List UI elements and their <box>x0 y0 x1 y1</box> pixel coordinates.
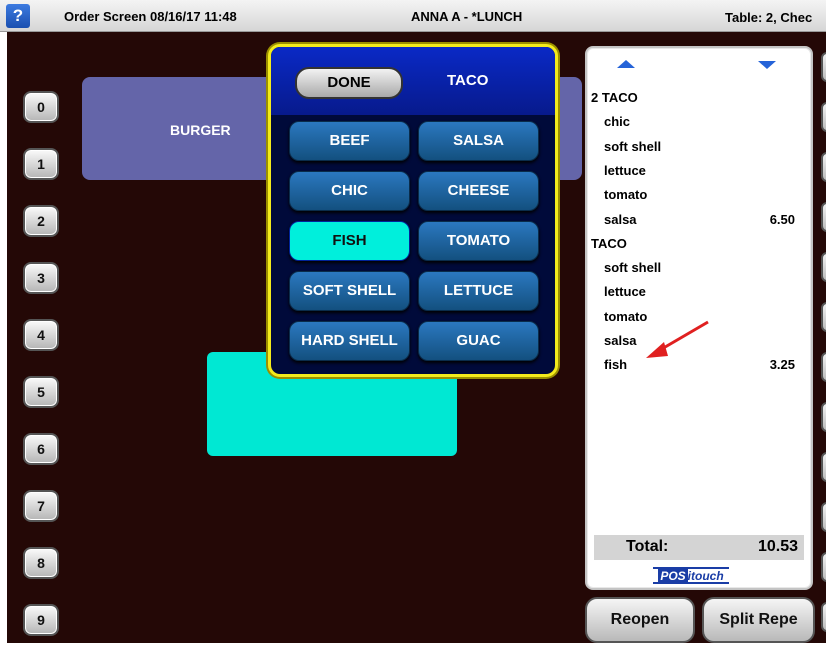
help-icon[interactable]: ? <box>6 4 30 28</box>
modifier-option-beef[interactable]: BEEF <box>289 121 410 161</box>
keypad-key-0[interactable]: 0 <box>23 91 59 123</box>
check-line-text: tomato <box>604 187 648 203</box>
done-button[interactable]: DONE <box>295 67 403 99</box>
check-line[interactable]: lettuce <box>587 163 811 181</box>
scroll-down-icon[interactable] <box>758 61 776 69</box>
edge-button[interactable] <box>821 552 826 582</box>
check-line-text: 2 TACO <box>591 90 638 105</box>
check-line-text: salsa <box>604 333 637 348</box>
modifier-popup-header: DONE TACO <box>271 47 555 115</box>
check-line[interactable]: chic <box>587 114 811 132</box>
edge-button[interactable] <box>821 102 826 132</box>
modifier-option-cheese[interactable]: CHEESE <box>418 171 539 211</box>
check-line-text: salsa <box>604 211 637 227</box>
check-line[interactable]: TACO <box>587 236 811 254</box>
edge-button[interactable] <box>821 302 826 332</box>
keypad-key-2[interactable]: 2 <box>23 205 59 237</box>
edge-button[interactable] <box>821 352 826 382</box>
check-line-text: TACO <box>591 235 627 251</box>
check-line[interactable]: 2 TACO <box>587 90 811 108</box>
modifier-option-lettuce[interactable]: LETTUCE <box>418 271 539 311</box>
edge-button[interactable] <box>821 252 826 282</box>
edge-button[interactable] <box>821 502 826 532</box>
modifier-popup-title: TACO <box>447 72 489 89</box>
check-line-text: lettuce <box>604 162 646 178</box>
menu-tile-burger-label: BURGER <box>170 122 231 138</box>
keypad-key-9[interactable]: 9 <box>23 604 59 636</box>
annotation-arrow-icon <box>646 320 709 358</box>
positouch-logo: POS itouch <box>653 567 729 584</box>
total-value: 10.53 <box>757 538 798 555</box>
keypad-key-8[interactable]: 8 <box>23 547 59 579</box>
modifier-option-chic[interactable]: CHIC <box>289 171 410 211</box>
check-line-text: soft shell <box>604 138 662 154</box>
modifier-option-soft-shell[interactable]: SOFT SHELL <box>289 271 410 311</box>
title-bar: ? Order Screen 08/16/17 11:48 ANNA A - *… <box>0 0 826 32</box>
keypad-key-6[interactable]: 6 <box>23 433 59 465</box>
check-line-price: 3.25 <box>769 357 795 373</box>
modifier-option-salsa[interactable]: SALSA <box>418 121 539 161</box>
check-line-text: lettuce <box>604 284 646 300</box>
scroll-up-icon[interactable] <box>617 60 635 68</box>
split-repeat-button[interactable]: Split Repe <box>702 597 815 643</box>
keypad-key-4[interactable]: 4 <box>23 319 59 351</box>
edge-button[interactable] <box>821 202 826 232</box>
table-check-label: Table: 2, Chec <box>725 10 813 25</box>
edge-button[interactable] <box>821 452 826 482</box>
modifier-option-fish[interactable]: FISH <box>289 221 410 261</box>
total-bar: Total: 10.53 <box>594 535 804 560</box>
total-label: Total: <box>626 538 669 555</box>
check-line-text: fish <box>604 357 628 373</box>
edge-button[interactable] <box>821 52 826 82</box>
check-line-text: chic <box>604 114 631 130</box>
modifier-option-guac[interactable]: GUAC <box>418 321 539 361</box>
keypad-key-5[interactable]: 5 <box>23 376 59 408</box>
check-line-price: 6.50 <box>769 211 795 227</box>
check-line[interactable]: tomato <box>587 187 811 205</box>
modifier-popup: DONE TACO BEEF SALSA CHIC CHEESE FISH TOMATO S… <box>268 44 558 377</box>
reopen-button[interactable]: Reopen <box>585 597 695 643</box>
check-line-text: soft shell <box>604 260 662 276</box>
edge-button[interactable] <box>821 602 826 632</box>
edge-button[interactable] <box>821 152 826 182</box>
modifier-option-hard-shell[interactable]: HARD SHELL <box>289 321 410 361</box>
screen-title: Order Screen 08/16/17 11:48 <box>64 9 237 24</box>
modifier-option-tomato[interactable]: TOMATO <box>418 221 539 261</box>
keypad-key-1[interactable]: 1 <box>23 148 59 180</box>
keypad-key-3[interactable]: 3 <box>23 262 59 294</box>
check-line[interactable]: soft shell <box>587 260 811 278</box>
user-label: ANNA A - *LUNCH <box>411 9 523 24</box>
keypad-key-7[interactable]: 7 <box>23 490 59 522</box>
check-line[interactable]: soft shell <box>587 139 811 157</box>
edge-button[interactable] <box>821 402 826 432</box>
check-line[interactable]: salsa 6.50 <box>587 212 811 230</box>
check-line[interactable]: lettuce <box>587 284 811 302</box>
